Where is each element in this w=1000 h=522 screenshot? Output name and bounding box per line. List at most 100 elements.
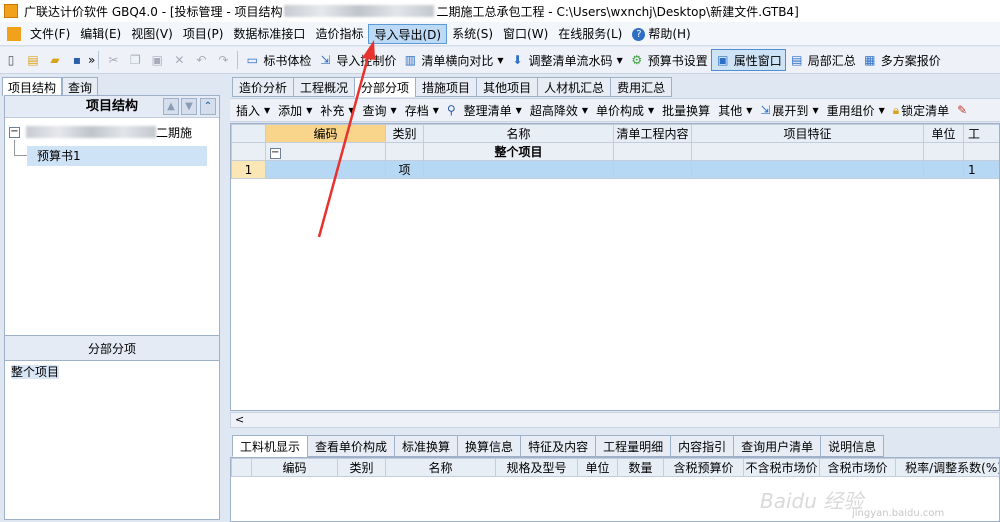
menu-import-export[interactable]: 导入导出(D) bbox=[368, 23, 448, 44]
organize-list-button[interactable]: 整理清单 ▼ bbox=[464, 102, 522, 119]
scroll-left-icon[interactable]: < bbox=[235, 413, 244, 426]
menu-system[interactable]: 系统(S) bbox=[447, 24, 498, 44]
collapse-icon[interactable]: − bbox=[270, 148, 281, 159]
tab-query-user-list[interactable]: 查询用户清单 bbox=[733, 435, 822, 457]
brush-icon[interactable]: ✎ bbox=[957, 103, 967, 117]
undo-icon[interactable]: ↶ bbox=[193, 52, 209, 68]
menu-edit[interactable]: 编辑(E) bbox=[75, 24, 126, 44]
menu-file[interactable]: 文件(F) bbox=[25, 24, 75, 44]
archive-button[interactable]: 存档 ▼ bbox=[405, 102, 439, 119]
col-header-type[interactable]: 类别 bbox=[385, 124, 424, 143]
tab-query[interactable]: 查询 bbox=[62, 77, 99, 96]
tab-standard-conversion[interactable]: 标准换算 bbox=[394, 435, 459, 457]
tree-node-budget[interactable]: 预算书1 bbox=[27, 146, 207, 166]
other-button[interactable]: 其他 ▼ bbox=[718, 102, 752, 119]
res-col-quantity[interactable]: 数量 bbox=[617, 458, 664, 477]
col-header-feature[interactable]: 项目特征 bbox=[691, 124, 924, 143]
res-col-market-price-ex-tax[interactable]: 不含税市场价 bbox=[743, 458, 820, 477]
toolbar-overflow[interactable]: » bbox=[88, 53, 95, 67]
col-header-name[interactable]: 名称 bbox=[423, 124, 614, 143]
res-col-code[interactable]: 编码 bbox=[251, 458, 338, 477]
import-control-price-button[interactable]: ⇲ 导入控制价 bbox=[314, 49, 399, 71]
expand-to-button[interactable]: ⇲ 展开到 ▼ bbox=[760, 102, 818, 119]
reuse-pricing-button[interactable]: 重用组价 ▼ bbox=[827, 102, 885, 119]
res-col-market-price[interactable]: 含税市场价 bbox=[819, 458, 896, 477]
move-down-icon[interactable]: ▼ bbox=[181, 98, 197, 115]
copy-icon[interactable]: ❐ bbox=[127, 52, 143, 68]
menu-data-interface[interactable]: 数据标准接口 bbox=[228, 24, 310, 44]
menu-online-service[interactable]: 在线服务(L) bbox=[553, 24, 627, 44]
res-col-spec[interactable]: 规格及型号 bbox=[495, 458, 578, 477]
move-up-icon[interactable]: ▲ bbox=[163, 98, 179, 115]
feature-cell[interactable] bbox=[691, 160, 924, 179]
name-cell[interactable] bbox=[423, 160, 614, 179]
code-cell[interactable] bbox=[265, 160, 386, 179]
tab-other-items[interactable]: 其他项目 bbox=[476, 77, 539, 97]
division-list-item[interactable]: 整个项目 bbox=[11, 365, 60, 379]
save-icon[interactable]: ▪ bbox=[69, 52, 85, 68]
col-header-content[interactable]: 清单工程内容 bbox=[613, 124, 692, 143]
menu-project[interactable]: 项目(P) bbox=[178, 24, 229, 44]
tab-labor-material-summary[interactable]: 人材机汇总 bbox=[537, 77, 612, 97]
biaoshu-check-button[interactable]: ▭ 标书体检 bbox=[241, 49, 314, 71]
menu-window[interactable]: 窗口(W) bbox=[498, 24, 553, 44]
adjust-serial-button[interactable]: ⬇ 调整清单流水码 ▼ bbox=[507, 49, 626, 71]
tab-project-overview[interactable]: 工程概况 bbox=[293, 77, 356, 97]
tab-description-info[interactable]: 说明信息 bbox=[820, 435, 885, 457]
res-col-budget-price[interactable]: 含税预算价 bbox=[663, 458, 744, 477]
tab-quantity-detail[interactable]: 工程量明细 bbox=[595, 435, 672, 457]
tab-fee-summary[interactable]: 费用汇总 bbox=[610, 77, 673, 97]
delete-icon[interactable]: ✕ bbox=[171, 52, 187, 68]
tab-project-structure[interactable]: 项目结构 bbox=[2, 77, 63, 96]
new-folder-icon[interactable]: ▤ bbox=[25, 52, 41, 68]
query-button[interactable]: 查询 ▼ bbox=[363, 102, 397, 119]
col-header-code[interactable]: 编码 bbox=[265, 124, 386, 143]
tree-root-node[interactable]: − 二期施 bbox=[9, 124, 192, 140]
col-header-unit[interactable]: 单位 bbox=[923, 124, 964, 143]
paste-icon[interactable]: ▣ bbox=[149, 52, 165, 68]
property-window-button[interactable]: ▣ 属性窗口 bbox=[710, 49, 786, 71]
menu-cost-index[interactable]: 造价指标 bbox=[310, 24, 368, 44]
tab-features-content[interactable]: 特征及内容 bbox=[520, 435, 597, 457]
open-file-icon[interactable]: ▰ bbox=[47, 52, 63, 68]
tab-view-unit-price[interactable]: 查看单价构成 bbox=[307, 435, 396, 457]
res-col-name[interactable]: 名称 bbox=[385, 458, 496, 477]
horizontal-scrollbar[interactable]: < bbox=[230, 412, 1000, 428]
batch-convert-button[interactable]: 批量换算 bbox=[662, 102, 710, 119]
unit-price-button[interactable]: 单价构成 ▼ bbox=[596, 102, 654, 119]
unit-cell[interactable] bbox=[923, 160, 964, 179]
add-button[interactable]: 添加 ▼ bbox=[278, 102, 312, 119]
table-row[interactable]: 1 项 1 bbox=[231, 160, 999, 179]
list-compare-button[interactable]: ▥ 清单横向对比 ▼ bbox=[399, 49, 506, 71]
height-efficiency-button[interactable]: 超高降效 ▼ bbox=[530, 102, 588, 119]
type-cell[interactable]: 项 bbox=[385, 160, 424, 179]
content-cell[interactable] bbox=[613, 160, 692, 179]
menu-help[interactable]: ? 帮助(H) bbox=[627, 24, 695, 44]
res-col-tax-rate[interactable]: 税率/调整系数(%) bbox=[895, 458, 999, 477]
binoculars-icon[interactable]: ⚲ bbox=[447, 103, 456, 117]
multi-report-button[interactable]: ▦ 多方案报价 bbox=[859, 49, 944, 71]
budget-settings-button[interactable]: ⚙ 预算书设置 bbox=[626, 49, 711, 71]
col-header-quantity[interactable]: 工 bbox=[963, 124, 999, 143]
redo-icon[interactable]: ↷ bbox=[215, 52, 231, 68]
local-summary-button[interactable]: ▤ 局部汇总 bbox=[786, 49, 859, 71]
res-col-unit[interactable]: 单位 bbox=[577, 458, 618, 477]
tab-cost-analysis[interactable]: 造价分析 bbox=[232, 77, 295, 97]
tree-collapse-icon[interactable]: − bbox=[9, 126, 20, 138]
lock-list-button[interactable]: 🔒︎ 锁定清单 bbox=[893, 102, 949, 119]
collapse-up-icon[interactable]: ⌃ bbox=[200, 98, 216, 115]
row-number-cell[interactable]: 1 bbox=[231, 160, 266, 179]
supplement-button[interactable]: 补充 ▼ bbox=[320, 102, 354, 119]
menu-view[interactable]: 视图(V) bbox=[126, 24, 178, 44]
new-file-icon[interactable]: ▯ bbox=[3, 52, 19, 68]
quantity-cell[interactable]: 1 bbox=[963, 160, 999, 179]
tab-division-items[interactable]: 分部分项 bbox=[354, 77, 417, 97]
insert-button[interactable]: 插入 ▼ bbox=[236, 102, 270, 119]
group-toggle-cell[interactable]: − bbox=[265, 142, 386, 161]
res-col-type[interactable]: 类别 bbox=[337, 458, 386, 477]
table-row-group[interactable]: − 整个项目 bbox=[231, 142, 999, 161]
cut-icon[interactable]: ✂ bbox=[105, 52, 121, 68]
tab-measures[interactable]: 措施项目 bbox=[415, 77, 478, 97]
tab-content-guide[interactable]: 内容指引 bbox=[670, 435, 735, 457]
tab-labor-material-display[interactable]: 工料机显示 bbox=[232, 435, 309, 457]
